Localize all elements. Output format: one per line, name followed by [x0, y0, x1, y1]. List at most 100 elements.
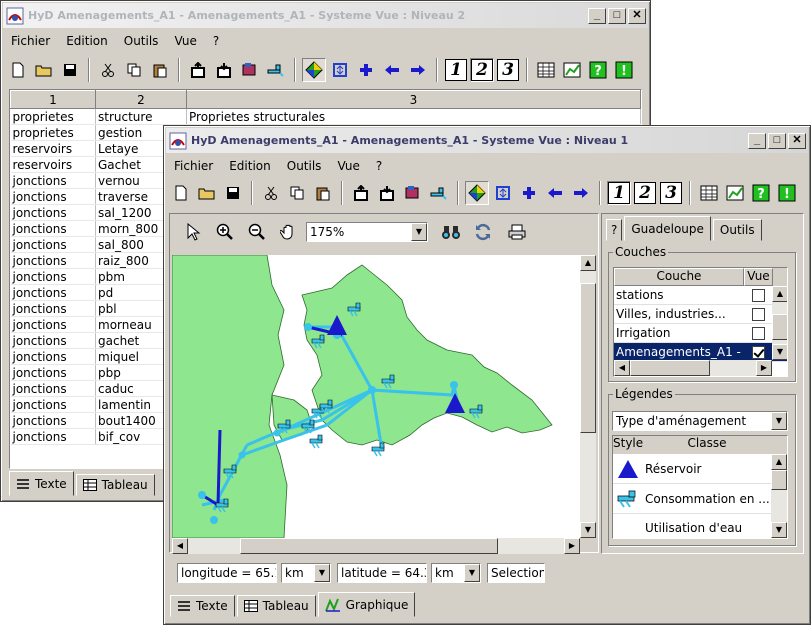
layer-row[interactable]: Villes, industries...: [614, 305, 787, 324]
scroll-up-button[interactable]: ▲: [580, 255, 596, 271]
layer-row[interactable]: Irrigation: [614, 324, 787, 343]
level-3-icon[interactable]: 3: [659, 181, 683, 205]
layer-visibility-checkbox[interactable]: [751, 345, 765, 359]
table-cell[interactable]: jonctions: [10, 412, 96, 429]
menu-vue[interactable]: Vue: [329, 159, 367, 173]
chevron-down-icon[interactable]: ▼: [411, 223, 427, 241]
level-2-icon[interactable]: 2: [470, 58, 494, 82]
window-niveau-1[interactable]: HyD Amenagements_A1 - Amenagements_A1 - …: [163, 125, 811, 625]
legend-row[interactable]: Réservoir: [613, 454, 787, 484]
pointer-icon[interactable]: [181, 220, 205, 244]
scroll-thumb[interactable]: [240, 538, 498, 554]
layer-visibility-checkbox[interactable]: [751, 307, 765, 321]
save-icon[interactable]: [58, 58, 82, 82]
column-header[interactable]: 2: [95, 90, 187, 109]
level-1-icon[interactable]: 1: [607, 181, 631, 205]
menu-help[interactable]: ?: [368, 159, 390, 173]
copy-icon[interactable]: [122, 58, 146, 82]
upload-icon[interactable]: [349, 181, 373, 205]
menu-outils[interactable]: Outils: [279, 159, 330, 173]
refresh-icon[interactable]: [471, 220, 495, 244]
table-cell[interactable]: jonctions: [10, 316, 96, 333]
scroll-thumb[interactable]: [630, 360, 710, 376]
download-icon[interactable]: [375, 181, 399, 205]
tab-guadeloupe[interactable]: Guadeloupe: [624, 216, 711, 241]
scroll-thumb[interactable]: [580, 283, 596, 433]
menu-vue[interactable]: Vue: [166, 34, 204, 48]
table-cell[interactable]: jonctions: [10, 380, 96, 397]
zoom-in-icon[interactable]: [213, 220, 237, 244]
tab-texte[interactable]: Texte: [9, 471, 74, 496]
zoom-select[interactable]: 175% ▼: [306, 222, 428, 242]
help-icon[interactable]: ?: [586, 58, 610, 82]
pan-hand-icon[interactable]: [277, 220, 301, 244]
scroll-left-button[interactable]: ◀: [172, 538, 188, 554]
map-vertical-scrollbar[interactable]: ▲ ▼: [580, 255, 596, 538]
table-cell[interactable]: proprietes: [10, 124, 96, 141]
open-folder-icon[interactable]: [32, 58, 56, 82]
menu-outils[interactable]: Outils: [116, 34, 167, 48]
maximize-button[interactable]: □: [608, 7, 626, 24]
minimize-button[interactable]: _: [588, 7, 606, 24]
arrow-left-icon[interactable]: [380, 58, 404, 82]
paste-icon[interactable]: [148, 58, 172, 82]
add-icon[interactable]: [354, 58, 378, 82]
print-icon[interactable]: [505, 220, 529, 244]
open-folder-icon[interactable]: [195, 181, 219, 205]
table-cell[interactable]: jonctions: [10, 428, 96, 445]
column-header[interactable]: Vue: [744, 268, 773, 286]
upload-icon[interactable]: [186, 58, 210, 82]
legend-row[interactable]: Consommation en ...: [613, 484, 787, 514]
table-view-icon[interactable]: [534, 58, 558, 82]
table-row[interactable]: proprietes structure Proprietes structural…: [10, 108, 641, 125]
legend-vertical-scrollbar[interactable]: ▲ ▼: [771, 454, 787, 538]
maximize-button[interactable]: □: [768, 132, 786, 149]
tab-help[interactable]: ?: [606, 219, 623, 241]
table-cell[interactable]: Proprietes structurales: [186, 108, 641, 125]
arrow-right-icon[interactable]: [569, 181, 593, 205]
scroll-left-button[interactable]: ◀: [614, 360, 630, 376]
scroll-down-button[interactable]: ▼: [771, 522, 787, 538]
map-horizontal-scrollbar[interactable]: ◀ ▶: [172, 538, 580, 554]
minimize-button[interactable]: _: [748, 132, 766, 149]
add-icon[interactable]: [517, 181, 541, 205]
tab-outils[interactable]: Outils: [712, 219, 762, 241]
table-cell[interactable]: jonctions: [10, 396, 96, 413]
tap-component-icon[interactable]: [401, 181, 425, 205]
table-cell[interactable]: reservoirs: [10, 156, 96, 173]
binoculars-icon[interactable]: [439, 220, 463, 244]
table-cell[interactable]: jonctions: [10, 204, 96, 221]
tab-tableau[interactable]: Tableau: [236, 595, 316, 617]
table-cell[interactable]: jonctions: [10, 220, 96, 237]
chart-view-icon[interactable]: [723, 181, 747, 205]
save-icon[interactable]: [221, 181, 245, 205]
table-cell[interactable]: jonctions: [10, 252, 96, 269]
fit-view-icon[interactable]: [491, 181, 515, 205]
chevron-down-icon[interactable]: ▼: [464, 564, 480, 582]
paste-icon[interactable]: [311, 181, 335, 205]
table-cell[interactable]: jonctions: [10, 188, 96, 205]
layer-horizontal-scrollbar[interactable]: ◀ ▶: [614, 360, 772, 376]
table-cell[interactable]: jonctions: [10, 332, 96, 349]
legend-row[interactable]: Utilisation d'eau: [613, 514, 787, 538]
map-canvas[interactable]: [172, 255, 580, 538]
longitude-field[interactable]: longitude = 65.11: [177, 563, 277, 583]
scroll-right-button[interactable]: ▶: [564, 538, 580, 554]
longitude-unit-select[interactable]: km ▼: [281, 563, 331, 583]
title-bar[interactable]: HyD Amenagements_A1 - Amenagements_A1 - …: [3, 3, 648, 28]
tab-graphique[interactable]: Graphique: [317, 592, 416, 617]
scroll-down-button[interactable]: ▼: [580, 522, 596, 538]
chevron-down-icon[interactable]: ▼: [314, 564, 330, 582]
latitude-field[interactable]: latitude = 64.30: [337, 563, 427, 583]
menu-fichier[interactable]: Fichier: [166, 159, 221, 173]
alert-icon[interactable]: !: [612, 58, 636, 82]
level-2-icon[interactable]: 2: [633, 181, 657, 205]
latitude-unit-select[interactable]: km ▼: [431, 563, 481, 583]
alert-icon[interactable]: !: [775, 181, 799, 205]
menu-help[interactable]: ?: [205, 34, 227, 48]
tap-component-icon[interactable]: [238, 58, 262, 82]
chart-view-icon[interactable]: [560, 58, 584, 82]
scroll-right-button[interactable]: ▶: [756, 360, 772, 376]
column-header[interactable]: 3: [186, 90, 641, 109]
level-3-icon[interactable]: 3: [496, 58, 520, 82]
